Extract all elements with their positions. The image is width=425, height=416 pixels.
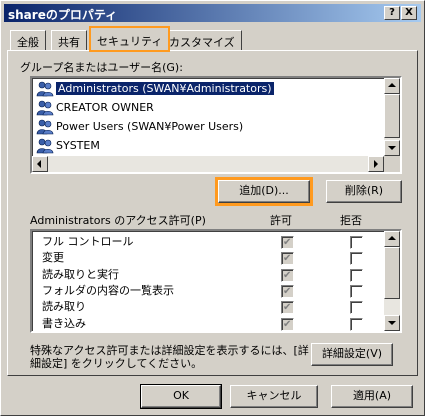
advanced-button[interactable]: 詳細設定(V)	[311, 343, 393, 366]
allow-checkbox[interactable]: ✔	[281, 252, 294, 266]
close-button[interactable]: X	[401, 6, 417, 20]
permission-row: 読み取りと実行 ✔	[36, 267, 376, 283]
allow-checkbox[interactable]: ✔	[281, 301, 294, 315]
arrow-left-icon	[37, 160, 41, 168]
cancel-button[interactable]: キャンセル	[230, 385, 318, 408]
scroll-up-button[interactable]	[384, 78, 400, 94]
user-list-item[interactable]: Power Users (SWAN¥Power Users)	[34, 118, 384, 136]
apply-button[interactable]: 適用(A)	[331, 385, 413, 408]
permission-name: 読み取りと実行	[42, 267, 119, 281]
user-group-icon	[36, 81, 54, 97]
allow-checkbox[interactable]: ✔	[281, 236, 294, 249]
deny-header: 拒否	[340, 214, 362, 227]
tab-security[interactable]: セキュリティ	[88, 26, 171, 52]
permission-row: フル コントロール ✔	[36, 234, 376, 250]
deny-checkbox[interactable]	[350, 301, 363, 315]
check-icon: ✔	[283, 285, 292, 297]
deny-checkbox[interactable]	[350, 268, 363, 282]
user-list-item[interactable]: SYSTEM	[34, 137, 384, 155]
check-icon: ✔	[283, 253, 292, 265]
help-button[interactable]: ?	[384, 6, 400, 20]
perm-scroll-down-button[interactable]	[384, 315, 400, 331]
user-list-item-label: Power Users (SWAN¥Power Users)	[56, 120, 244, 133]
permission-name: 読み取り	[42, 300, 86, 314]
allow-checkbox[interactable]: ✔	[281, 284, 294, 298]
user-group-icon	[36, 138, 54, 154]
deny-checkbox[interactable]	[350, 236, 363, 249]
user-group-icon	[36, 100, 54, 116]
permissions-vertical-scrollbar[interactable]	[384, 231, 400, 331]
window-title: shareのプロパティ	[8, 8, 118, 22]
scroll-left-button[interactable]	[32, 156, 48, 172]
scroll-right-button[interactable]	[368, 156, 384, 172]
scroll-down-button[interactable]	[384, 140, 400, 156]
remove-button[interactable]: 削除(R)	[326, 180, 402, 203]
user-list-item-label: CREATOR OWNER	[56, 101, 154, 114]
permission-name: フォルダの内容の一覧表示	[42, 283, 174, 297]
user-list-item[interactable]: Administrators (SWAN¥Administrators)	[34, 80, 384, 98]
tab-sharing[interactable]: 共有	[51, 30, 87, 50]
user-list-item-label: SYSTEM	[56, 139, 100, 152]
check-icon: ✔	[283, 302, 292, 314]
users-list[interactable]: Administrators (SWAN¥Administrators) CREA…	[30, 76, 402, 174]
advanced-note-line2: 細設定] をクリックしてください。	[30, 357, 203, 370]
arrow-down-icon	[388, 146, 396, 150]
users-vertical-scrollbar[interactable]	[384, 78, 400, 156]
user-list-item[interactable]: CREATOR OWNER	[34, 99, 384, 117]
arrow-down-icon	[388, 321, 396, 325]
tab-general[interactable]: 全般	[10, 30, 46, 50]
arrow-up-icon	[388, 236, 396, 240]
perm-scroll-up-button[interactable]	[384, 231, 400, 247]
permission-row: 変更 ✔	[36, 250, 376, 266]
tab-customize[interactable]: カスタマイズ	[162, 30, 242, 50]
allow-checkbox[interactable]: ✔	[281, 268, 294, 282]
permission-row: 読み取り ✔	[36, 299, 376, 315]
add-button[interactable]: 追加(D)...	[218, 180, 310, 203]
users-horizontal-scrollbar[interactable]	[32, 156, 384, 172]
deny-checkbox[interactable]	[350, 317, 363, 331]
permission-row: 書き込み ✔	[36, 316, 376, 332]
ok-button[interactable]: OK	[140, 384, 222, 409]
permission-name: 書き込み	[42, 316, 86, 330]
title-bar[interactable]: shareのプロパティ ? X	[4, 4, 421, 22]
perm-scroll-thumb[interactable]	[384, 247, 400, 299]
user-group-icon	[36, 119, 54, 135]
permission-name: フル コントロール	[42, 235, 134, 248]
permissions-label: Administrators のアクセス許可(P)	[30, 214, 206, 227]
properties-dialog: shareのプロパティ ? X 全般 共有 セキュリティ カスタマイズ グループ…	[0, 0, 425, 416]
user-list-item-label: Administrators (SWAN¥Administrators)	[56, 82, 274, 95]
check-icon: ✔	[283, 237, 292, 248]
deny-checkbox[interactable]	[350, 284, 363, 298]
security-panel: グループ名またはユーザー名(G): Administrators (SWAN¥A…	[7, 50, 418, 376]
check-icon: ✔	[283, 318, 292, 330]
allow-header: 許可	[270, 214, 292, 227]
users-label: グループ名またはユーザー名(G):	[20, 61, 183, 74]
arrow-up-icon	[388, 83, 396, 87]
allow-checkbox[interactable]: ✔	[281, 317, 294, 331]
check-icon: ✔	[283, 269, 292, 281]
deny-checkbox[interactable]	[350, 252, 363, 266]
permission-name: 変更	[42, 251, 64, 265]
scroll-thumb[interactable]	[384, 94, 400, 138]
permissions-list[interactable]: フル コントロール ✔ 変更 ✔ 読み取りと実行 ✔ フォルダの内容の一覧表示 ✔ 読み取り ✔ 書…	[30, 229, 402, 333]
permission-row: フォルダの内容の一覧表示 ✔	[36, 283, 376, 299]
arrow-right-icon	[374, 160, 378, 168]
scroll-corner	[384, 156, 400, 172]
